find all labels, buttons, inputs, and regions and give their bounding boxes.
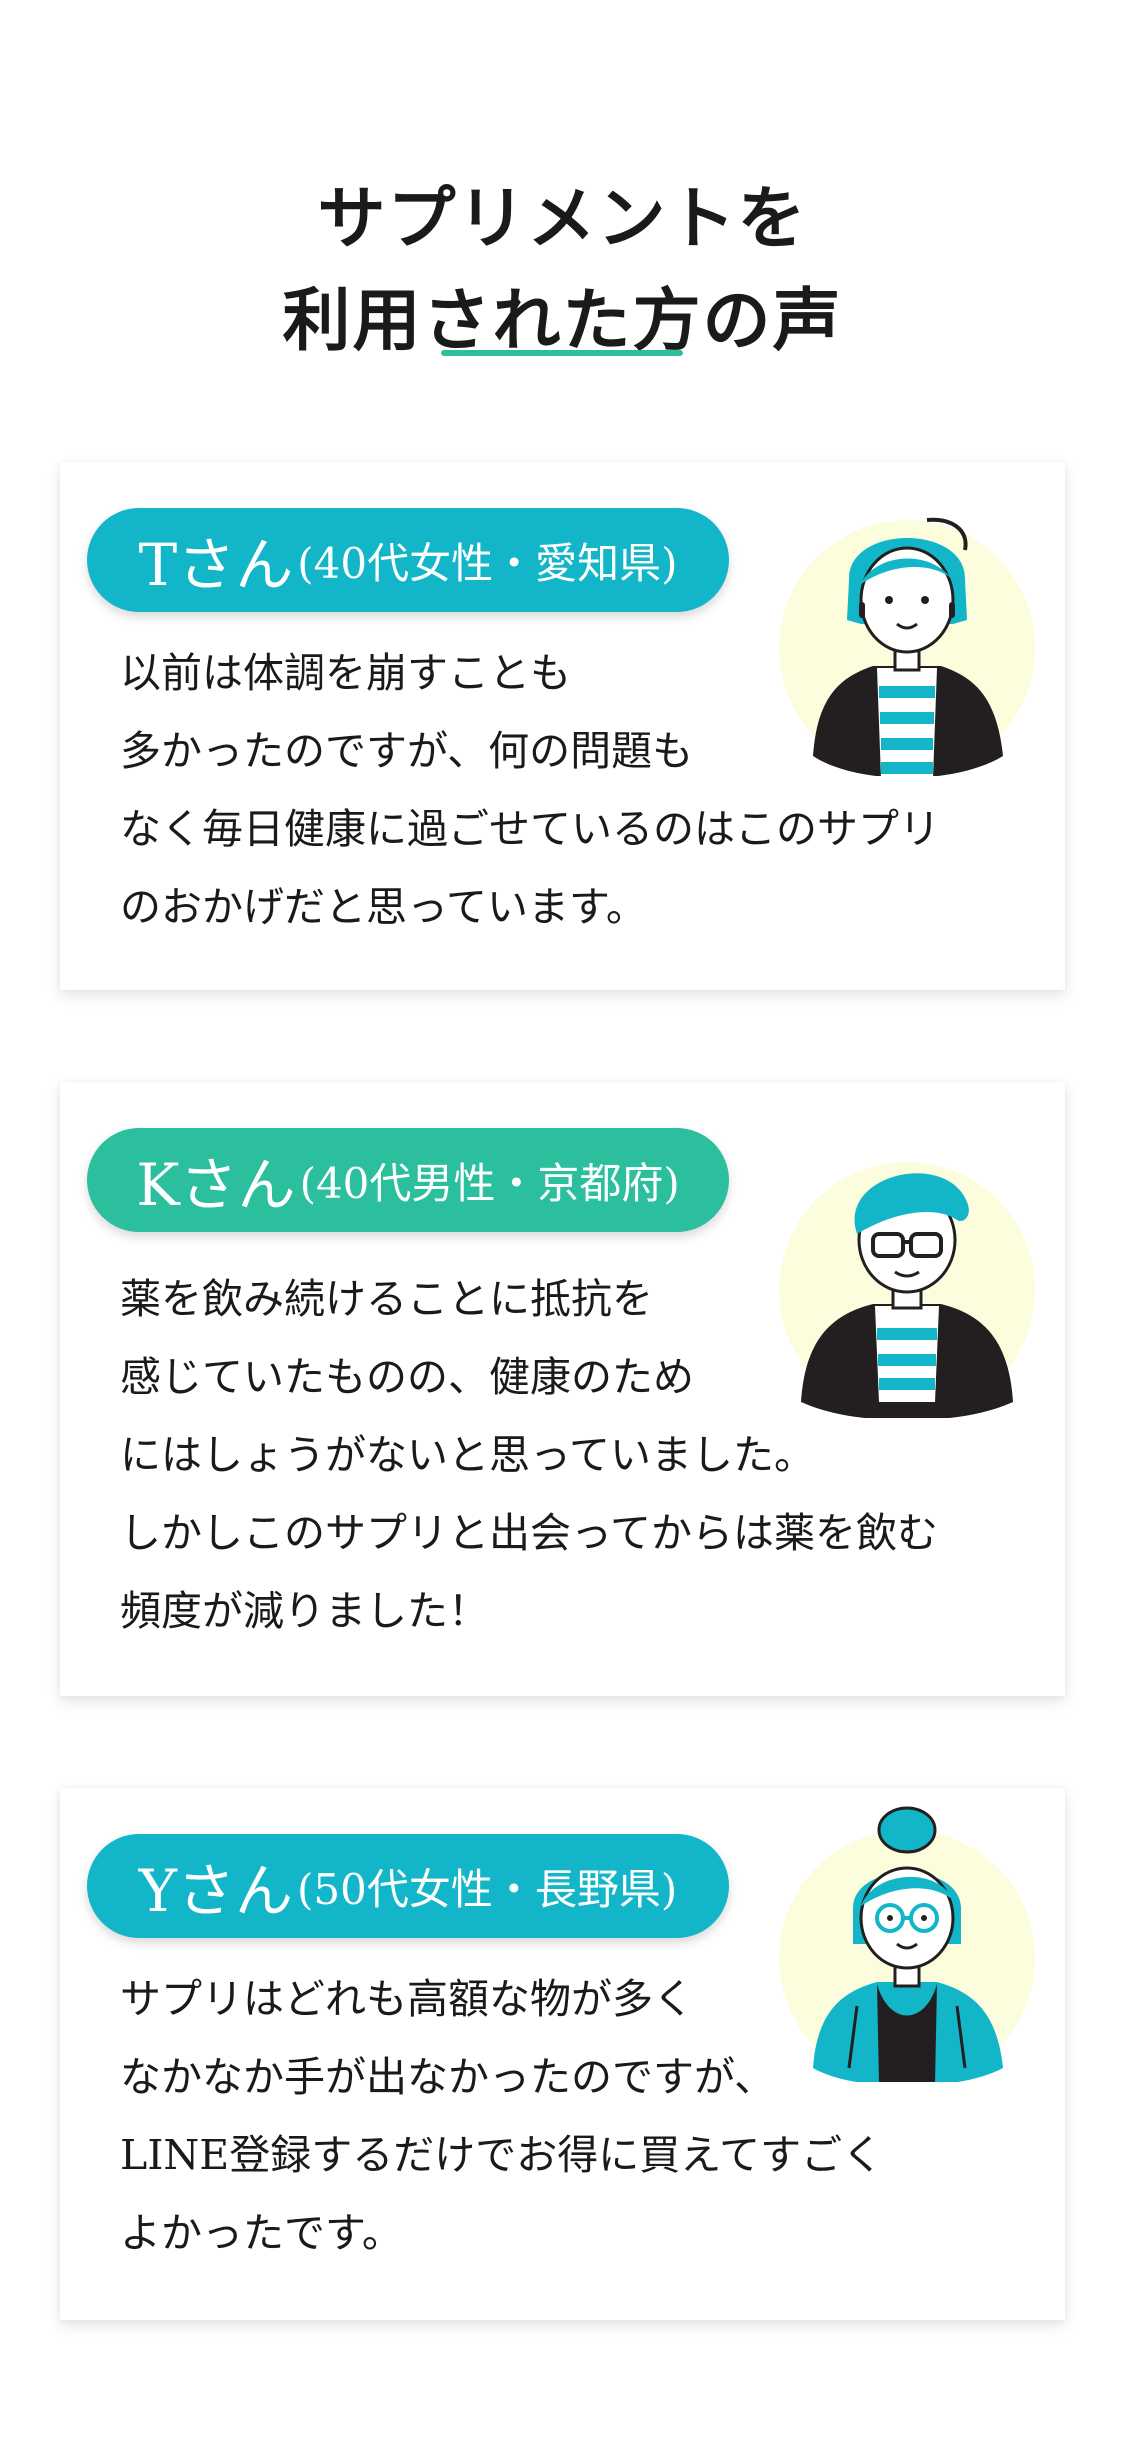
testimonial-card-1: Tさん (40代女性・愛知県) 以前は体調を崩すことも 多かったのですが、何の問… — [60, 462, 1065, 990]
customer-name: Yさん — [138, 1857, 294, 1925]
testimonial-text: 以前は体調を崩すことも 多かったのですが、何の問題も なく毎日健康に過ごせている… — [120, 634, 940, 946]
testimonial-card-2: Kさん (40代男性・京都府) 薬を飲み続けることに抵抗を 感じていたものの、健… — [60, 1082, 1065, 1696]
testimonial-text-line: 感じていたものの、健康のため — [120, 1353, 694, 1401]
testimonial-text-line: にはしょうがないと思っていました。 — [120, 1431, 815, 1479]
testimonial-text-line: 以前は体調を崩すことも — [120, 649, 571, 697]
testimonial-text-line: しかしこのサプリと出会ってからは薬を飲む — [120, 1509, 938, 1557]
customer-meta: (40代女性・愛知県) — [297, 538, 678, 588]
testimonial-text-line: よかったです。 — [120, 2209, 403, 2257]
testimonial-text-line: 薬を飲み続けることに抵抗を — [120, 1275, 653, 1323]
customer-meta: (40代男性・京都府) — [299, 1158, 680, 1208]
customer-name: Tさん — [138, 531, 294, 599]
testimonial-text-line: 多かったのですが、何の問題も — [120, 727, 694, 775]
customer-name: Kさん — [136, 1151, 296, 1219]
title-underline — [441, 350, 683, 356]
testimonial-text-line: 頻度が減りました！ — [120, 1587, 489, 1635]
testimonial-text-line: なかなか手が出なかったのですが、 — [120, 2053, 776, 2101]
section-title-line-2: 利用された方の声 — [282, 280, 843, 361]
customer-badge: Tさん (40代女性・愛知県) — [87, 508, 729, 612]
customer-badge: Yさん (50代女性・長野県) — [87, 1834, 729, 1938]
testimonial-text: 薬を飲み続けることに抵抗を 感じていたものの、健康のため にはしょうがないと思っ… — [120, 1260, 938, 1650]
customer-badge: Kさん (40代男性・京都府) — [87, 1128, 729, 1232]
testimonial-text: サプリはどれも高額な物が多く なかなか手が出なかったのですが、 LINE登録する… — [120, 1960, 883, 2272]
testimonial-text-line: なく毎日健康に過ごせているのはこのサプリ — [120, 805, 940, 853]
section-title: サプリメントを 利用された方の声 — [0, 168, 1125, 372]
testimonial-text-line: のおかげだと思っています。 — [120, 883, 647, 931]
customer-meta: (50代女性・長野県) — [297, 1864, 678, 1914]
testimonial-card-3: Yさん (50代女性・長野県) サプリはどれも高額な物が多く なかなか手が出なか… — [60, 1788, 1065, 2320]
testimonials-section: サプリメントを 利用された方の声 Tさん (40代女性・愛知県) 以前は体調を崩… — [0, 0, 1125, 2457]
section-title-line-1: サプリメントを — [317, 178, 808, 259]
testimonial-text-line: サプリはどれも高額な物が多く — [120, 1975, 694, 2023]
testimonial-text-line: LINE登録するだけでお得に買えてすごく — [120, 2131, 884, 2179]
